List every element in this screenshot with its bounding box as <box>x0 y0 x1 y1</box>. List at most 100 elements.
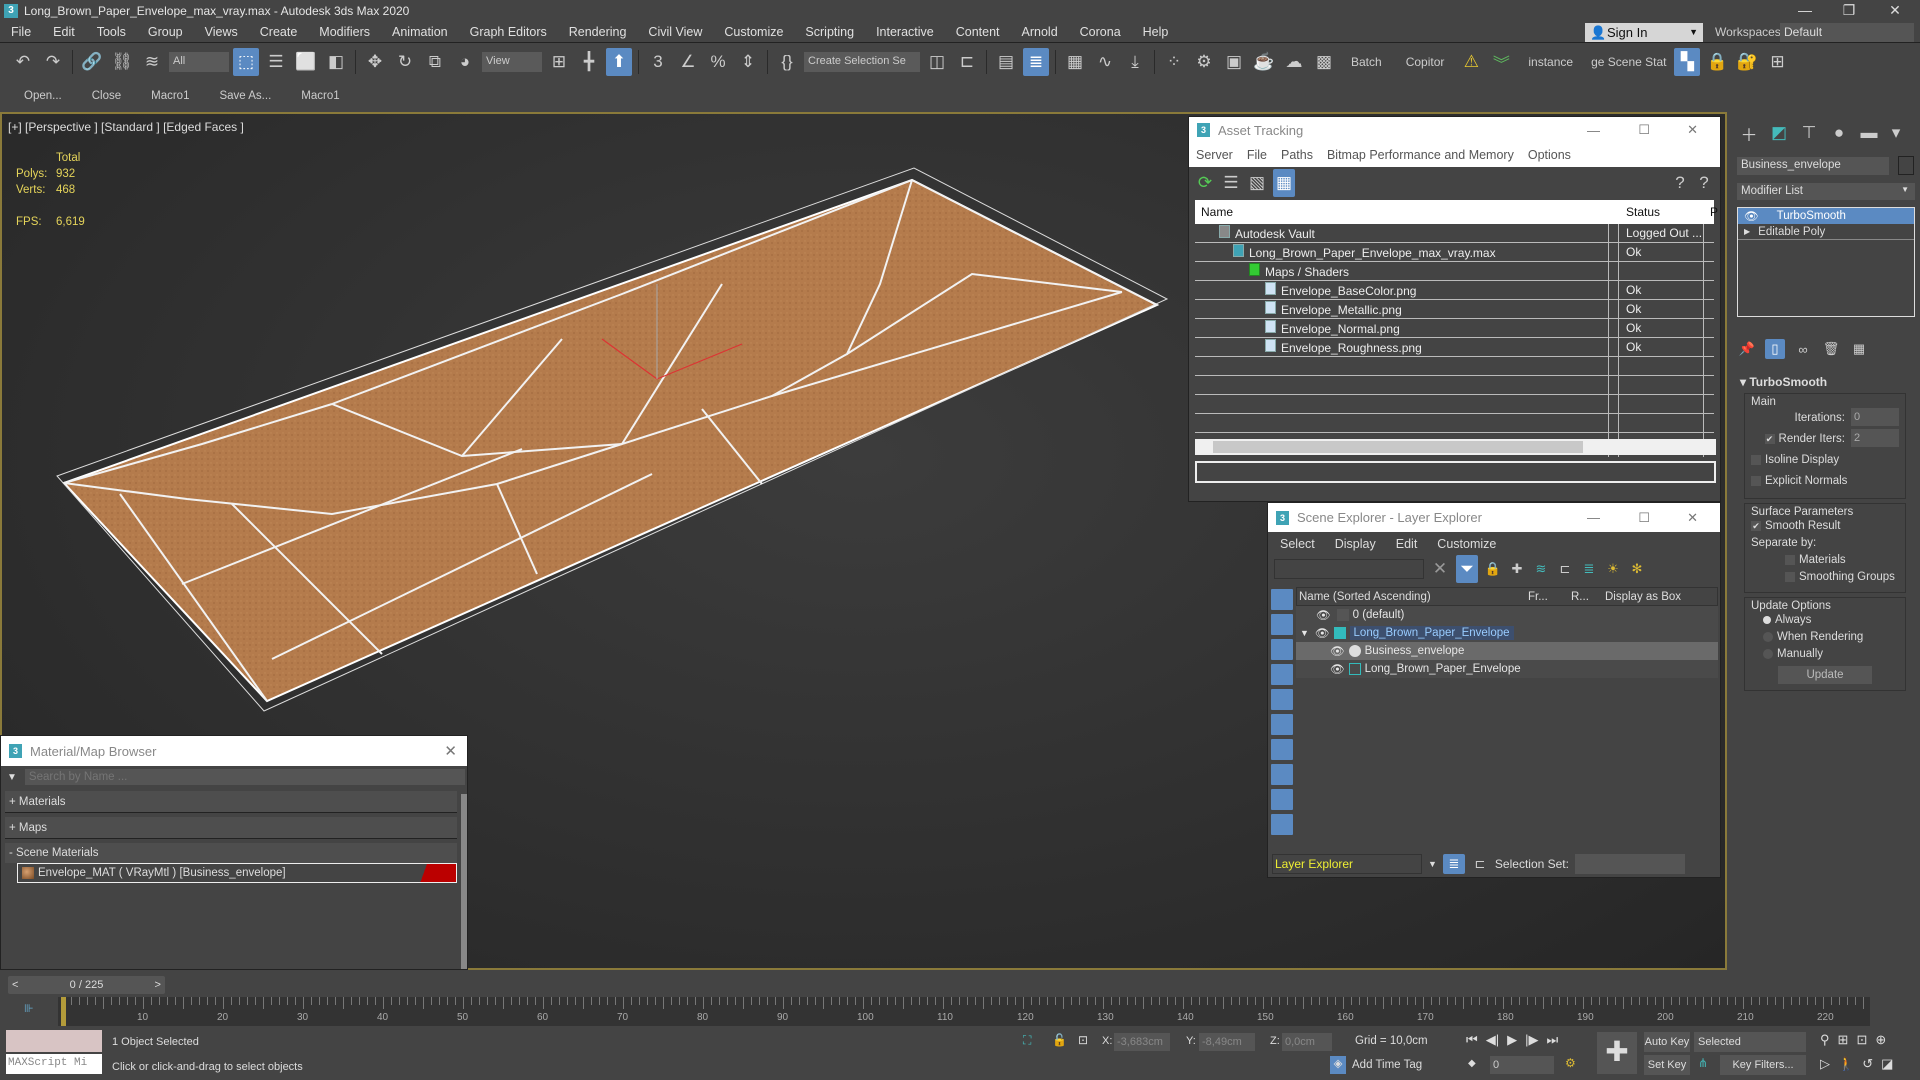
vertical-scrollbar[interactable] <box>461 794 467 969</box>
update-button[interactable]: Update <box>1778 666 1872 684</box>
key-tangent-icon[interactable]: ⋔ <box>1698 1056 1708 1070</box>
make-unique-icon[interactable]: ∞ <box>1793 339 1813 359</box>
layers-icon[interactable]: ≣ <box>1580 555 1598 583</box>
menu-tools[interactable]: Tools <box>86 25 137 39</box>
maxscript-listener-output[interactable] <box>6 1030 102 1052</box>
selection-set-dropdown[interactable] <box>1574 854 1685 874</box>
freeze-icon[interactable]: ✻ <box>1628 555 1646 583</box>
current-frame-spinner[interactable]: 0 <box>1490 1056 1554 1074</box>
key-mode-icon[interactable]: ╋ <box>576 48 602 76</box>
copitor-button[interactable]: Copitor <box>1396 55 1455 69</box>
menu-corona[interactable]: Corona <box>1069 25 1132 39</box>
snaps-icon[interactable]: 3 <box>645 48 671 76</box>
time-config-icon[interactable]: ⚙ <box>1565 1056 1576 1070</box>
chevron-down-double-icon[interactable]: ︾ <box>1488 48 1514 76</box>
refresh-icon[interactable]: ⟳ <box>1195 169 1215 197</box>
group-materials[interactable]: + Materials <box>5 791 457 813</box>
col-frozen[interactable]: Fr... <box>1528 591 1548 603</box>
menu-help[interactable]: Help <box>1132 25 1180 39</box>
render-iters-spinner[interactable]: 2 <box>1851 429 1899 447</box>
display-containers-icon[interactable] <box>1271 814 1293 835</box>
menu-create[interactable]: Create <box>249 25 309 39</box>
menu-animation[interactable]: Animation <box>381 25 459 39</box>
close-file-button[interactable]: Close <box>92 90 141 102</box>
instance-button[interactable]: instance <box>1518 55 1583 69</box>
manually-radio[interactable] <box>1763 648 1773 659</box>
rendered-frame-icon[interactable]: ▣ <box>1221 48 1247 76</box>
iterations-spinner[interactable]: 0 <box>1851 408 1899 426</box>
isolate-selection-icon[interactable]: ⛶ <box>1023 1033 1031 1048</box>
help-2-icon[interactable]: ? <box>1694 169 1714 197</box>
filter-icon[interactable]: ⏷ <box>1456 555 1478 583</box>
restore-icon[interactable]: ❐ <box>1826 0 1872 21</box>
unlink-icon[interactable]: ⛓ <box>109 48 135 76</box>
render-icon[interactable]: ☕ <box>1251 48 1277 76</box>
absolute-mode-icon[interactable]: ⊡ <box>1078 1033 1088 1047</box>
close-icon[interactable]: ✕ <box>444 742 457 760</box>
list-view-icon[interactable]: ☰ <box>1221 169 1241 197</box>
redo-icon[interactable]: ↷ <box>40 48 66 76</box>
mirror-icon[interactable]: ◫ <box>924 48 950 76</box>
render-iters-checkbox[interactable]: ✔ <box>1764 433 1775 444</box>
link-icon[interactable]: 🔗 <box>79 48 105 76</box>
prev-frame-icon[interactable]: < <box>12 979 18 991</box>
set-key-button[interactable]: Set Key <box>1644 1055 1690 1075</box>
rect-selection-icon[interactable]: ⬜ <box>293 48 319 76</box>
isoline-checkbox[interactable] <box>1751 454 1761 465</box>
zoom-extents-all-icon[interactable]: ⊕ <box>1875 1032 1886 1048</box>
display-shapes-icon[interactable] <box>1271 614 1293 635</box>
display-helpers-icon[interactable] <box>1271 689 1293 710</box>
menu-options[interactable]: Options <box>1521 148 1578 162</box>
display-groups-icon[interactable] <box>1271 739 1293 760</box>
menu-server[interactable]: Server <box>1189 148 1240 162</box>
y-coordinate-field[interactable]: -8,49cm <box>1199 1033 1255 1051</box>
when-rendering-radio[interactable] <box>1763 631 1773 642</box>
create-layer-icon[interactable]: ✚ <box>1508 555 1526 583</box>
menu-arnold[interactable]: Arnold <box>1011 25 1069 39</box>
menu-customize[interactable]: Customize <box>713 25 794 39</box>
display-bones-icon[interactable] <box>1271 789 1293 810</box>
scrollbar-thumb[interactable] <box>1213 441 1583 453</box>
asset-row[interactable]: Envelope_BaseColor.png Ok <box>1195 281 1714 300</box>
hierarchy-tab-icon[interactable]: ⊤ <box>1796 119 1822 147</box>
help-icon[interactable]: ? <box>1670 169 1690 197</box>
expand-icon[interactable]: ▼ <box>1296 628 1309 638</box>
menu-scripting[interactable]: Scripting <box>794 25 865 39</box>
modifier-turbosmooth[interactable]: 👁 TurboSmooth <box>1738 208 1914 224</box>
display-lights-icon[interactable] <box>1271 639 1293 660</box>
select-object-icon[interactable]: ⬚ <box>233 48 259 76</box>
percent-snap-icon[interactable]: % <box>705 48 731 76</box>
lock-layout-2-icon[interactable]: 🔐 <box>1734 48 1760 76</box>
go-to-start-icon[interactable]: ⏮ <box>1466 1032 1478 1048</box>
warning-icon[interactable]: ⚠ <box>1458 48 1484 76</box>
find-input[interactable] <box>1274 559 1424 579</box>
menu-civil-view[interactable]: Civil View <box>637 25 713 39</box>
object-row[interactable]: 👁 Business_envelope <box>1296 642 1718 660</box>
scale-icon[interactable]: ⧉ <box>422 48 448 76</box>
lock-layout-icon[interactable]: 🔒 <box>1704 48 1730 76</box>
minimize-icon[interactable]: — <box>1587 123 1600 138</box>
maximize-icon[interactable]: ☐ <box>1638 510 1650 526</box>
menu-customize[interactable]: Customize <box>1437 537 1496 551</box>
lock-icon[interactable]: 🔒 <box>1484 555 1502 583</box>
explorer-select[interactable]: Layer Explorer <box>1272 854 1422 874</box>
asset-row[interactable]: Envelope_Roughness.png Ok <box>1195 338 1714 357</box>
rotate-icon[interactable]: ↻ <box>392 48 418 76</box>
hierarchy-mode-icon[interactable]: ⊏ <box>1471 854 1489 874</box>
z-coordinate-field[interactable]: 0,0cm <box>1282 1033 1332 1051</box>
explicit-normals-checkbox[interactable] <box>1751 475 1761 486</box>
rollout-header[interactable]: ▾ TurboSmooth <box>1730 375 1920 393</box>
object-color-swatch[interactable] <box>1898 156 1914 175</box>
display-spacewarps-icon[interactable] <box>1271 714 1293 735</box>
layers-mode-icon[interactable]: ≣ <box>1442 854 1465 874</box>
menu-bitmap-performance[interactable]: Bitmap Performance and Memory <box>1320 148 1521 162</box>
col-name[interactable]: Name (Sorted Ascending) <box>1297 591 1431 603</box>
modifier-editable-poly[interactable]: ▶ Editable Poly <box>1738 224 1914 240</box>
maximize-viewport-icon[interactable]: ◪ <box>1881 1056 1893 1072</box>
eye-icon[interactable]: 👁 <box>1738 209 1777 223</box>
viewport-layout-icon[interactable]: ▚ <box>1674 48 1701 76</box>
expand-icon[interactable]: ▶ <box>1738 227 1758 236</box>
curve-editor-toggle-icon[interactable]: ⊪ <box>24 1002 34 1015</box>
close-icon[interactable]: ✕ <box>1687 510 1698 526</box>
search-options-icon[interactable]: ▼ <box>7 772 17 783</box>
